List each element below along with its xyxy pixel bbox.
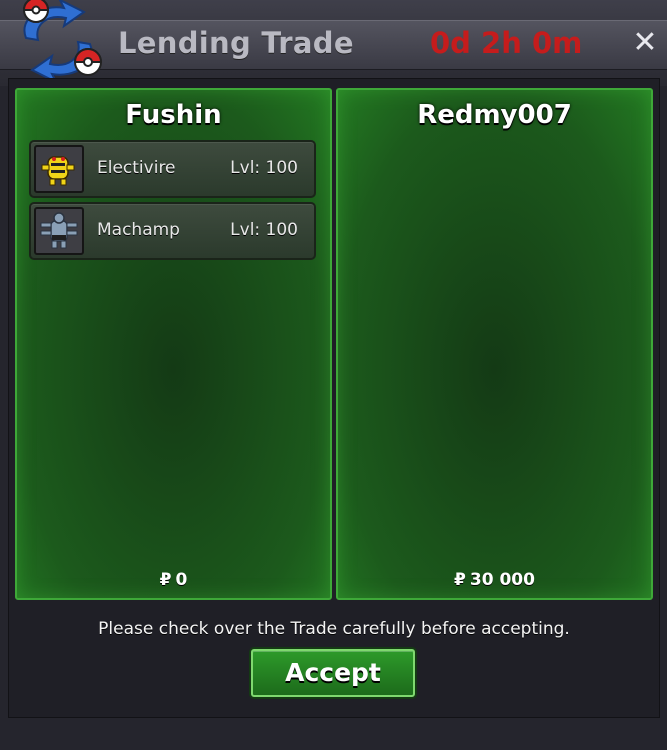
pokemon-level: Lvl: 100 xyxy=(230,158,298,178)
player-offer-panel-redmy007: Redmy007 ₽30 000 xyxy=(336,88,653,600)
pokedollar-icon: ₽ xyxy=(454,570,466,590)
player-offer-panel-fushin: Fushin Electivire Lvl: 100 Machamp Lvl: … xyxy=(15,88,332,600)
accept-button[interactable]: Accept xyxy=(251,649,415,697)
pokemon-slot-machamp[interactable]: Machamp Lvl: 100 xyxy=(29,202,316,260)
money-offer: ₽0 xyxy=(17,570,330,590)
money-offer: ₽30 000 xyxy=(338,570,651,590)
close-icon[interactable]: ✕ xyxy=(630,28,660,58)
player-name: Fushin xyxy=(125,100,222,130)
pokemon-name: Machamp xyxy=(97,220,180,240)
window-title: Lending Trade xyxy=(118,26,354,60)
trade-notice: Please check over the Trade carefully be… xyxy=(98,619,570,639)
pokemon-level: Lvl: 100 xyxy=(230,220,298,240)
title-bar: Lending Trade 0d 2h 0m ✕ xyxy=(0,0,667,86)
machamp-sprite-icon xyxy=(34,207,84,255)
trade-content: Fushin Electivire Lvl: 100 Machamp Lvl: … xyxy=(8,78,660,718)
trade-arrows-pokeball-icon xyxy=(22,0,103,82)
pokemon-name: Electivire xyxy=(97,158,176,178)
player-name: Redmy007 xyxy=(417,100,572,130)
money-amount: 0 xyxy=(175,570,188,590)
pokedollar-icon: ₽ xyxy=(159,570,172,590)
lending-trade-window: Lending Trade 0d 2h 0m ✕ Fushin Electivi… xyxy=(0,0,667,750)
pokemon-slot-electivire[interactable]: Electivire Lvl: 100 xyxy=(29,140,316,198)
money-amount: 30 000 xyxy=(469,570,535,590)
trade-timer: 0d 2h 0m xyxy=(430,26,583,60)
electivire-sprite-icon xyxy=(34,145,84,193)
